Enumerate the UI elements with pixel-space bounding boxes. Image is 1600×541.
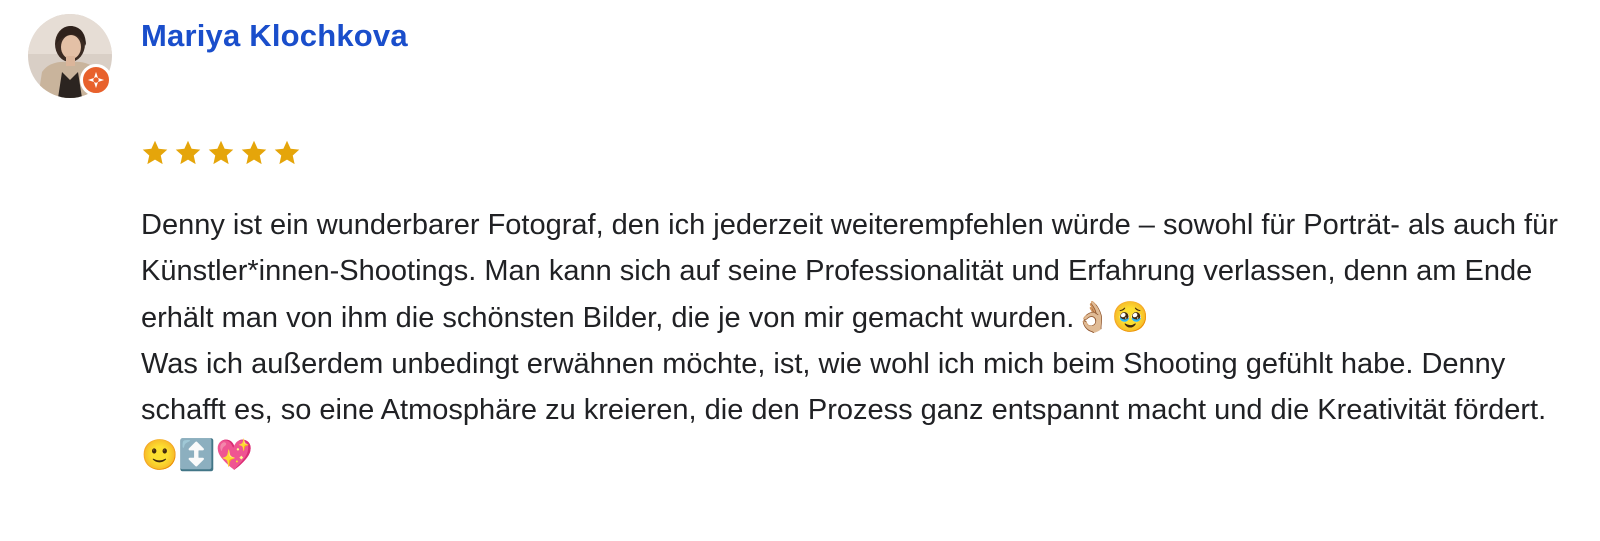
review-paragraph-2: Was ich außerdem unbedingt erwähnen möch… <box>141 347 1547 427</box>
star-rating <box>140 138 302 168</box>
star-icon <box>274 140 300 165</box>
reviewer-name[interactable]: Mariya Klochkova <box>141 18 408 54</box>
star-icon <box>241 140 267 165</box>
review-paragraph-1-emojis: 👌🏼🥹 <box>1074 299 1150 335</box>
review-paragraph-2-emojis: 🙂↕️💖 <box>141 438 254 474</box>
star-icon <box>175 140 201 165</box>
star-icon <box>142 140 168 165</box>
star-icon <box>208 140 234 165</box>
review-card: Mariya Klochkova Denny ist ein wunderbar… <box>0 0 1600 541</box>
review-text: Denny ist ein wunderbarer Fotograf, den … <box>141 202 1561 480</box>
review-paragraph-1: Denny ist ein wunderbarer Fotograf, den … <box>141 209 1558 334</box>
avatar[interactable] <box>28 14 112 98</box>
local-guide-badge-icon <box>80 64 112 96</box>
